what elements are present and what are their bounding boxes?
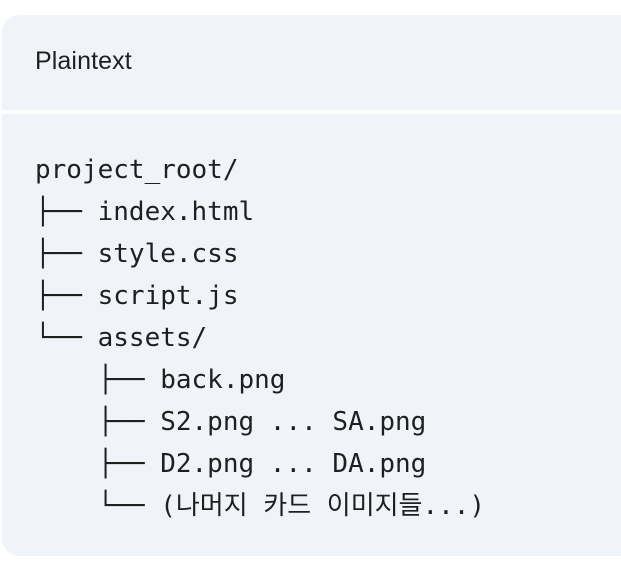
code-line: ├── index.html	[35, 197, 255, 227]
code-block: Plaintext project_root/ ├── index.html ├──…	[2, 15, 621, 556]
code-block-body[interactable]: project_root/ ├── index.html ├── style.css…	[2, 114, 621, 556]
code-line: ├── D2.png ... DA.png	[35, 449, 427, 479]
code-line: └── (나머지 카드 이미지들...)	[35, 491, 486, 521]
code-line: ├── back.png	[35, 365, 286, 395]
code-line: ├── style.css	[35, 239, 239, 269]
code-block-header: Plaintext	[2, 15, 621, 114]
code-text[interactable]: project_root/ ├── index.html ├── style.css…	[35, 149, 485, 527]
code-line: ├── S2.png ... SA.png	[35, 407, 427, 437]
code-line: └── assets/	[35, 323, 208, 353]
code-line: project_root/	[35, 155, 239, 185]
code-line: ├── script.js	[35, 281, 239, 311]
code-language-label: Plaintext	[35, 47, 132, 75]
